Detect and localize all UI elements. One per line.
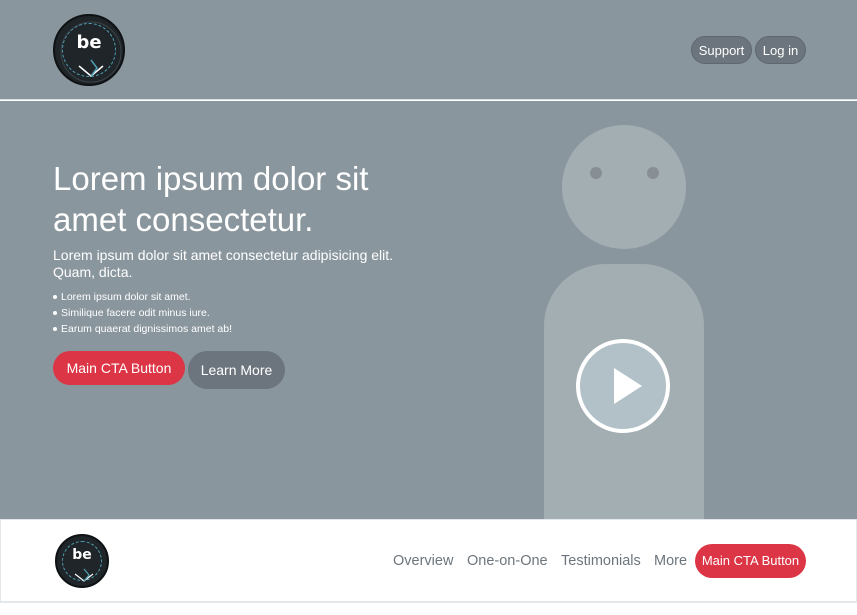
nav-cta-button[interactable]: Main CTA Button xyxy=(695,544,806,578)
hero-section: Lorem ipsum dolor sit amet consectetur. … xyxy=(0,101,857,519)
video-play-button[interactable] xyxy=(576,339,670,433)
hero-title: Lorem ipsum dolor sit amet consectetur. xyxy=(53,160,369,238)
nav-link-one-on-one[interactable]: One-on-One xyxy=(467,552,548,570)
avatar-placeholder-head xyxy=(562,125,686,249)
login-button[interactable]: Log in xyxy=(755,36,806,64)
avatar-eye xyxy=(647,167,659,179)
brand-logo[interactable]: be xyxy=(53,14,125,86)
bullet-item: Lorem ipsum dolor sit amet. xyxy=(53,289,353,305)
logo-initials: be xyxy=(76,32,102,53)
hero-bullet-list: Lorem ipsum dolor sit amet. Similique fa… xyxy=(53,289,353,337)
top-header: be Support Log in xyxy=(0,0,857,100)
hero-subtitle: Lorem ipsum dolor sit amet consectetur a… xyxy=(53,247,394,280)
avatar-eye xyxy=(590,167,602,179)
logo-initials: be xyxy=(72,547,92,563)
nav-link-more[interactable]: More xyxy=(654,552,687,570)
bullet-item: Similique facere odit minus iure. xyxy=(53,305,353,321)
play-icon xyxy=(614,368,642,404)
support-button[interactable]: Support xyxy=(691,36,752,64)
learn-more-button[interactable]: Learn More xyxy=(188,351,285,389)
nav-link-testimonials[interactable]: Testimonials xyxy=(561,552,641,570)
section-nav-bar: be Overview One-on-One Testimonials More… xyxy=(0,519,857,603)
bullet-item: Earum quaerat dignissimos amet ab! xyxy=(53,321,353,337)
main-cta-button[interactable]: Main CTA Button xyxy=(53,351,185,385)
nav-link-overview[interactable]: Overview xyxy=(393,552,453,570)
brand-logo-small[interactable]: be xyxy=(55,534,109,588)
